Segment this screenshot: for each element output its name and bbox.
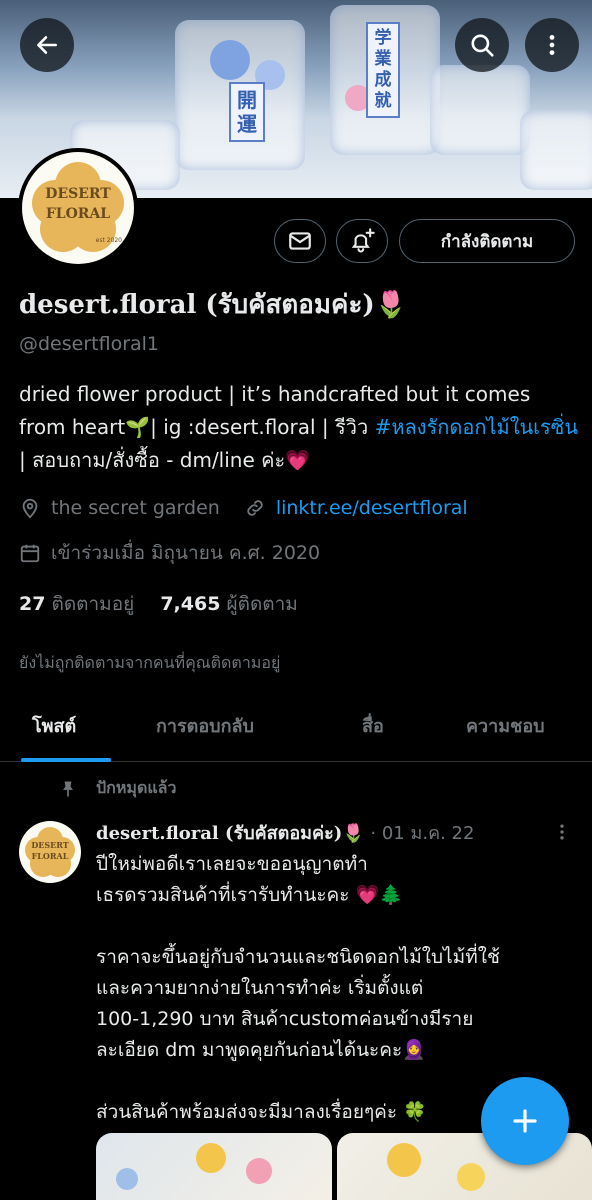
more-vertical-icon bbox=[560, 824, 564, 840]
tab-likes[interactable]: ความชอบ bbox=[466, 688, 545, 762]
more-options-button[interactable] bbox=[525, 18, 579, 72]
back-button[interactable] bbox=[20, 18, 74, 72]
resin-block bbox=[430, 65, 530, 155]
website-link[interactable]: linktr.ee/desertfloral bbox=[276, 497, 468, 519]
location-pin-icon bbox=[19, 497, 41, 519]
notifications-button[interactable] bbox=[336, 219, 388, 263]
message-button[interactable] bbox=[274, 219, 326, 263]
desert-floral-logo: DESERT FLORAL bbox=[25, 827, 75, 877]
profile-name: desert.floral (รับคัสตอมค่ะ)🌷 bbox=[19, 290, 408, 320]
follow-counts: 27 ติดตามอยู่ 7,465 ผู้ติดตาม bbox=[19, 589, 298, 619]
post-author-avatar[interactable]: DESERT FLORAL bbox=[19, 821, 81, 883]
mutual-followers-note: ยังไม่ถูกติดตามจากคนที่คุณติดตามอยู่ bbox=[19, 653, 281, 672]
bio-hashtag-link[interactable]: #หลงรักดอกไม้ในเรซิ่น bbox=[375, 415, 578, 439]
following-button[interactable]: กำลังติดตาม bbox=[399, 219, 575, 263]
link-icon bbox=[244, 497, 266, 519]
post-author-name[interactable]: desert.floral (รับคัสตอมค่ะ)🌷 bbox=[96, 823, 365, 844]
search-icon bbox=[471, 34, 494, 57]
search-button[interactable] bbox=[455, 18, 509, 72]
envelope-icon bbox=[289, 232, 311, 250]
tab-media[interactable]: สื่อ bbox=[362, 688, 384, 762]
profile-avatar[interactable]: DESERT FLORAL est 2020 bbox=[18, 148, 138, 268]
charm-label: 開運 bbox=[229, 82, 265, 142]
compose-button[interactable] bbox=[481, 1077, 569, 1165]
profile-meta-joined: เข้าร่วมเมื่อ มิถุนายน ค.ศ. 2020 bbox=[19, 538, 320, 568]
plus-icon bbox=[513, 1109, 537, 1133]
tab-posts[interactable]: โพสต์ bbox=[32, 688, 76, 762]
arrow-left-icon bbox=[37, 36, 57, 54]
more-vertical-icon bbox=[549, 35, 555, 55]
flower-decoration bbox=[210, 40, 250, 80]
post-more-button[interactable] bbox=[552, 820, 572, 848]
pin-icon bbox=[63, 781, 73, 796]
charm-label: 学業成就 bbox=[366, 22, 400, 118]
bell-plus-icon bbox=[351, 228, 375, 253]
following-link[interactable]: 27 ติดตามอยู่ bbox=[19, 593, 134, 615]
active-tab-indicator bbox=[21, 758, 111, 762]
profile-handle: @desertfloral1 bbox=[19, 333, 160, 355]
tab-replies[interactable]: การตอบกลับ bbox=[156, 688, 254, 762]
post-media-image[interactable] bbox=[96, 1133, 332, 1200]
followers-link[interactable]: 7,465 ผู้ติดตาม bbox=[160, 593, 298, 615]
post-header: desert.floral (รับคัสตอมค่ะ)🌷 · 01 ม.ค. … bbox=[96, 818, 474, 847]
pinned-indicator: ปักหมุดแล้ว bbox=[58, 776, 176, 801]
joined-text: เข้าร่วมเมื่อ มิถุนายน ค.ศ. 2020 bbox=[51, 542, 321, 564]
location-text: the secret garden bbox=[51, 497, 220, 519]
profile-meta-location: the secret garden linktr.ee/desertfloral bbox=[19, 497, 468, 519]
resin-block bbox=[520, 110, 592, 190]
profile-bio: dried flower product | it’s handcrafted … bbox=[19, 382, 579, 472]
post-date[interactable]: · 01 ม.ค. 22 bbox=[365, 823, 474, 844]
profile-tabs: โพสต์ การตอบกลับ สื่อ ความชอบ bbox=[0, 688, 592, 762]
calendar-icon bbox=[19, 542, 41, 564]
desert-floral-logo: DESERT FLORAL est 2020 bbox=[32, 162, 124, 254]
